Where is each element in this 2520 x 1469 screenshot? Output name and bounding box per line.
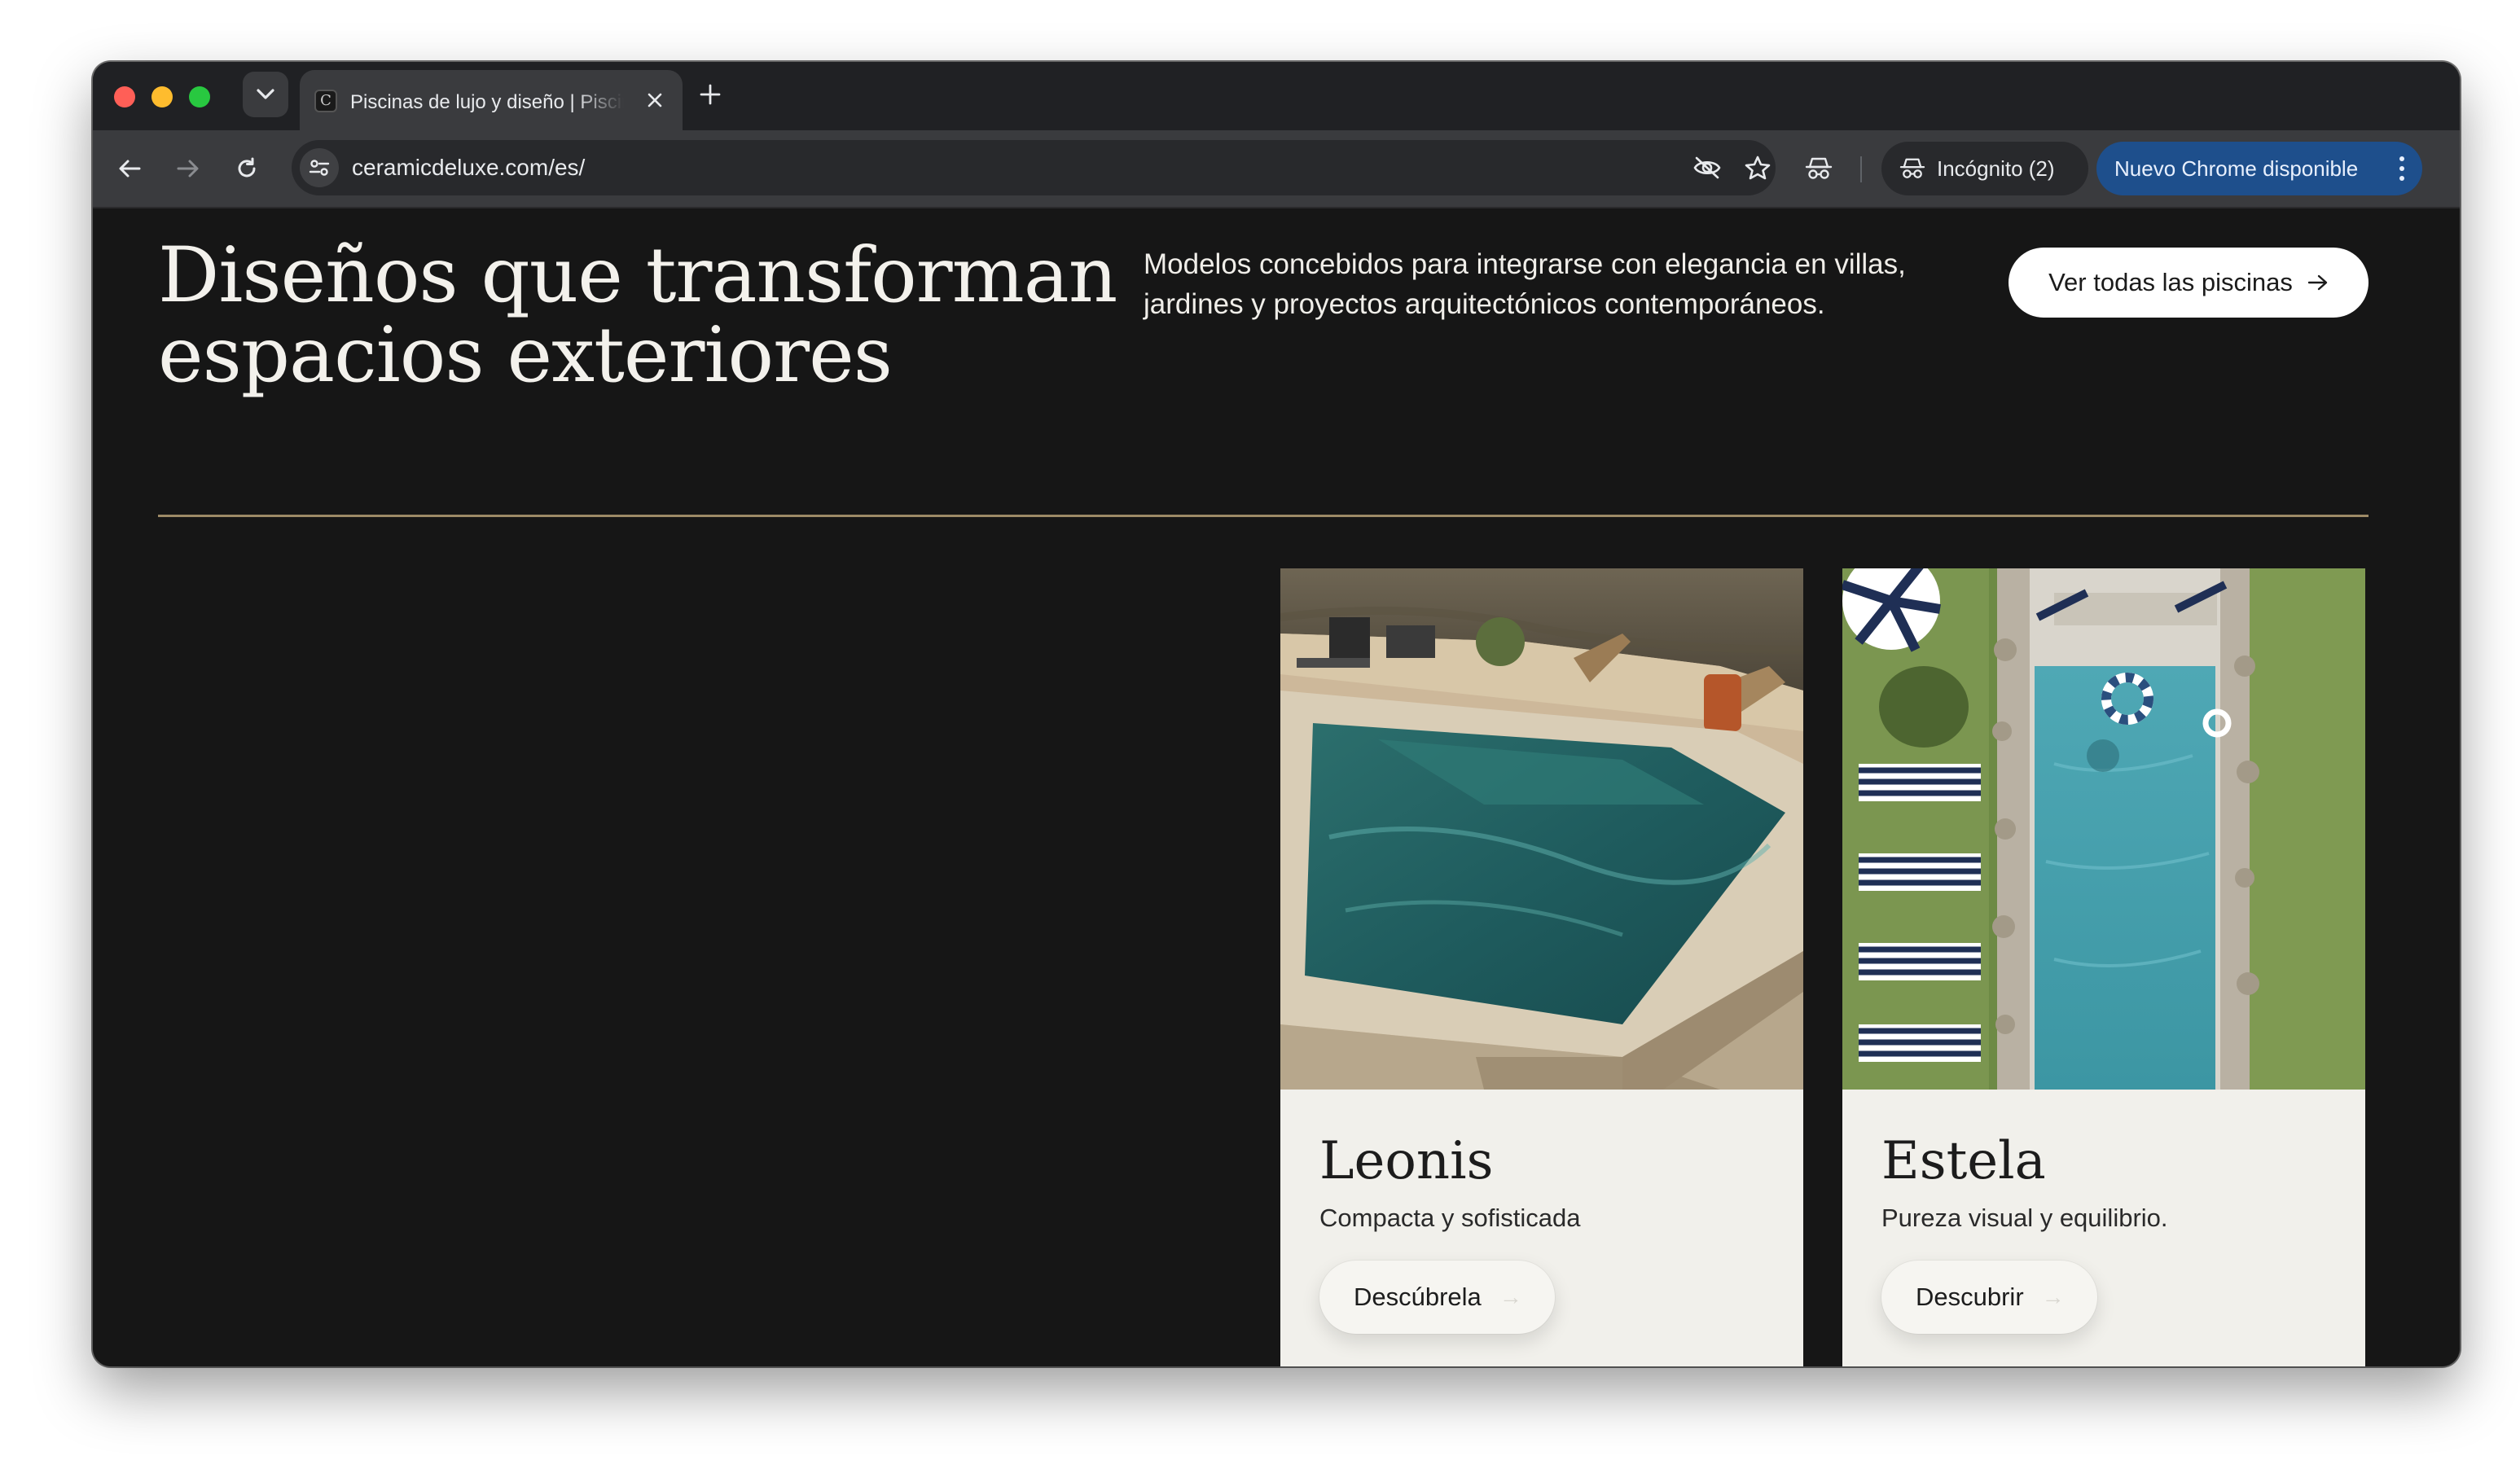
reload-button[interactable] <box>226 148 267 189</box>
close-window-button[interactable] <box>114 86 135 107</box>
site-info-button[interactable] <box>300 148 339 187</box>
tracking-protection-button[interactable] <box>1689 150 1725 186</box>
discover-estela-label: Descubrir <box>1916 1283 2024 1311</box>
incognito-icon <box>1899 158 1925 178</box>
incognito-menu-button[interactable] <box>1798 148 1839 189</box>
arrow-right-icon <box>177 160 199 178</box>
view-all-pools-label: Ver todas las piscinas <box>2048 268 2293 296</box>
tab-close-button[interactable] <box>642 88 668 114</box>
pool-card-subtitle: Compacta y sofisticada <box>1319 1204 1581 1232</box>
incognito-label: Incógnito (2) <box>1937 156 2055 181</box>
section-title-line-2: espacios exteriores <box>158 311 893 400</box>
plus-icon <box>700 84 721 105</box>
address-bar[interactable]: ceramicdeluxe.com/es/ <box>292 140 1776 195</box>
browser-window: C Piscinas de lujo y diseño | Piscinas C… <box>93 62 2460 1366</box>
tune-icon <box>309 160 330 176</box>
arrow-left-icon <box>119 160 141 178</box>
tab-title: Piscinas de lujo y diseño | Piscinas Cer… <box>350 91 624 113</box>
active-tab[interactable]: C Piscinas de lujo y diseño | Piscinas C… <box>300 70 683 130</box>
arrow-right-icon <box>2307 274 2328 291</box>
arrow-right-icon: → <box>1499 1284 1522 1309</box>
pool-card-subtitle: Pureza visual y equilibrio. <box>1881 1204 2168 1232</box>
pool-card-title: Leonis <box>1319 1131 1494 1191</box>
maximize-window-button[interactable] <box>189 86 210 107</box>
incognito-icon <box>1805 157 1833 179</box>
close-icon <box>648 93 662 107</box>
forward-button[interactable] <box>168 148 209 189</box>
section-description-line-1: Modelos concebidos para integrarse con e… <box>1144 248 1906 280</box>
more-vert-icon <box>2399 156 2404 181</box>
view-all-pools-button[interactable]: Ver todas las piscinas <box>2009 248 2369 318</box>
back-button[interactable] <box>109 148 150 189</box>
discover-leonis-label: Descúbrela <box>1354 1283 1482 1311</box>
pool-card-title: Estela <box>1881 1131 2046 1191</box>
discover-leonis-button[interactable]: Descúbrela → <box>1319 1261 1555 1334</box>
new-tab-button[interactable] <box>691 77 730 116</box>
site-favicon-icon: C <box>314 90 337 112</box>
toolbar-separator <box>1860 156 1862 182</box>
section-description-line-2: jardines y proyectos arquitectónicos con… <box>1144 288 1825 320</box>
tab-search-button[interactable] <box>243 72 288 117</box>
pool-photo-estela <box>1842 568 2365 1090</box>
bookmark-star-button[interactable] <box>1740 150 1776 186</box>
star-icon <box>1745 156 1771 180</box>
pool-photo-leonis <box>1280 568 1803 1090</box>
discover-estela-button[interactable]: Descubrir → <box>1881 1261 2097 1334</box>
browser-toolbar: ceramicdeluxe.com/es/ Incógnito (2) Nuev… <box>93 130 2460 208</box>
incognito-profile-chip[interactable]: Incógnito (2) <box>1881 142 2088 195</box>
tab-strip: C Piscinas de lujo y diseño | Piscinas C… <box>93 62 2460 130</box>
update-label: Nuevo Chrome disponible <box>2114 156 2359 181</box>
eye-off-icon <box>1693 156 1721 179</box>
url-text[interactable]: ceramicdeluxe.com/es/ <box>352 153 585 182</box>
minimize-window-button[interactable] <box>151 86 173 107</box>
chevron-down-icon <box>257 89 274 99</box>
reload-icon <box>238 157 256 178</box>
arrow-right-icon: → <box>2041 1284 2065 1309</box>
section-title-line-1: Diseños que transforman <box>158 231 1117 320</box>
section-divider <box>158 515 2369 517</box>
page-content: Diseños que transforman espacios exterio… <box>93 208 2460 1366</box>
pool-card-estela[interactable]: Estela Pureza visual y equilibrio. Descu… <box>1842 568 2365 1366</box>
section-title: Diseños que transforman espacios exterio… <box>158 236 1135 396</box>
chrome-update-button[interactable]: Nuevo Chrome disponible <box>2096 142 2422 195</box>
pool-card-leonis[interactable]: Leonis Compacta y sofisticada Descúbrela… <box>1280 568 1803 1366</box>
section-description: Modelos concebidos para integrarse con e… <box>1144 244 1991 324</box>
